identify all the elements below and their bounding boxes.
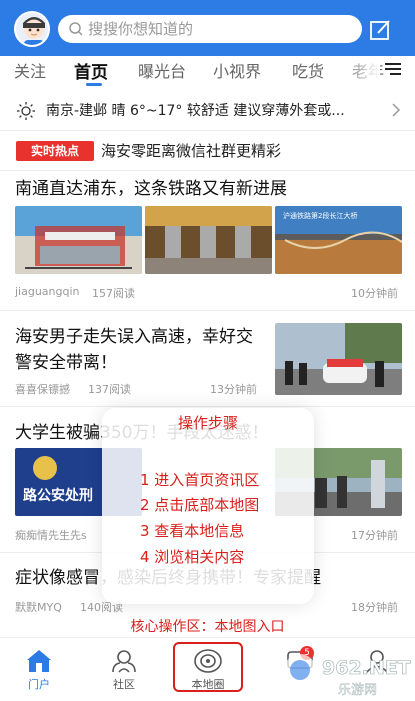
article-image — [275, 323, 402, 395]
channel-tabs: 关注 首页 曝光台 小视界 吃货 老年 — [0, 56, 415, 86]
article-time: 18分钟前 — [351, 601, 398, 614]
divider — [0, 406, 415, 407]
step-3: 3 查看本地信息 — [140, 522, 245, 540]
site-watermark: 962.NET 乐游网 — [278, 640, 412, 700]
article-author: 痴痴情先生先s — [15, 529, 87, 542]
tab-follow[interactable]: 关注 — [14, 58, 46, 82]
article-image — [145, 206, 272, 274]
menu-icon[interactable] — [384, 62, 402, 76]
article-time: 10分钟前 — [351, 287, 398, 300]
tab-home[interactable]: 首页 — [74, 58, 108, 83]
watermark-sub: 乐游网 — [338, 683, 377, 698]
tabs-fade — [340, 56, 380, 84]
overlay-title: 操作步骤 — [177, 414, 238, 432]
hot-topic-row[interactable]: 实时热点 海安零距离微信社群更精彩 — [0, 136, 415, 166]
image-caption: 沪通铁路第2段长江大桥 — [283, 211, 357, 220]
weather-text: 南京-建邺 晴 6°~17° 较舒适 建议穿薄外套或... — [46, 103, 345, 119]
divider — [0, 130, 415, 131]
article-time: 17分钟前 — [351, 529, 398, 542]
nav-portal[interactable]: 门户 — [9, 642, 69, 694]
core-area-label: 核心操作区：本地图入口 — [130, 619, 285, 635]
step-4: 4 浏览相关内容 — [140, 548, 245, 566]
top-header — [0, 0, 415, 56]
sun-icon — [17, 102, 35, 120]
article-time: 13分钟前 — [210, 383, 257, 396]
community-icon — [112, 650, 136, 673]
hot-topic-text: 海安零距离微信社群更精彩 — [101, 142, 282, 160]
article-title: 海安男子走失误入高速，幸好交警安全带离！ — [15, 327, 253, 373]
tab-foodie[interactable]: 吃货 — [292, 58, 324, 82]
article-reads: 157阅读 — [92, 287, 135, 300]
article-author: 默默MYQ — [15, 601, 62, 614]
watermark-brand: 962.NET — [322, 657, 411, 679]
article-title: 南通直达浦东，这条铁路又有新进展 — [15, 179, 287, 199]
nav-label: 社区 — [113, 678, 135, 691]
search-input[interactable] — [88, 18, 348, 40]
nav-local-circle[interactable]: 本地圈 — [178, 642, 238, 694]
search-icon — [69, 22, 83, 36]
step-2: 2 点击底部本地图 — [140, 496, 260, 514]
divider — [0, 170, 415, 171]
article-image: 沪通铁路第2段长江大桥 — [275, 206, 402, 274]
nav-label: 本地圈 — [191, 678, 225, 691]
article-author: 喜喜保镖撼 — [15, 383, 70, 396]
divider — [0, 310, 415, 311]
article-image — [15, 206, 142, 274]
nav-community[interactable]: 社区 — [94, 642, 154, 694]
hot-badge: 实时热点 — [16, 141, 94, 161]
article-author: jiaguangqin — [15, 285, 80, 298]
tab-small-vision[interactable]: 小视界 — [213, 58, 261, 82]
chevron-right-icon — [392, 103, 401, 117]
active-tab-indicator — [86, 83, 102, 86]
article-reads: 137阅读 — [88, 383, 131, 396]
image-caption: 路公安处刑 — [23, 487, 93, 504]
step-1: 1 进入首页资讯区 — [140, 471, 260, 489]
steps-overlay: 操作步骤 1 进入首页资讯区 2 点击底部本地图 3 查看本地信息 4 浏览相关… — [102, 408, 314, 604]
user-avatar[interactable] — [14, 11, 50, 47]
home-icon — [27, 650, 51, 672]
search-bar[interactable] — [58, 15, 362, 43]
local-circle-icon — [194, 649, 222, 673]
edit-icon[interactable] — [369, 18, 393, 42]
tab-exposure[interactable]: 曝光台 — [138, 58, 186, 82]
nav-label: 门户 — [28, 678, 50, 691]
weather-bar[interactable]: 南京-建邺 晴 6°~17° 较舒适 建议穿薄外套或... — [0, 92, 415, 128]
